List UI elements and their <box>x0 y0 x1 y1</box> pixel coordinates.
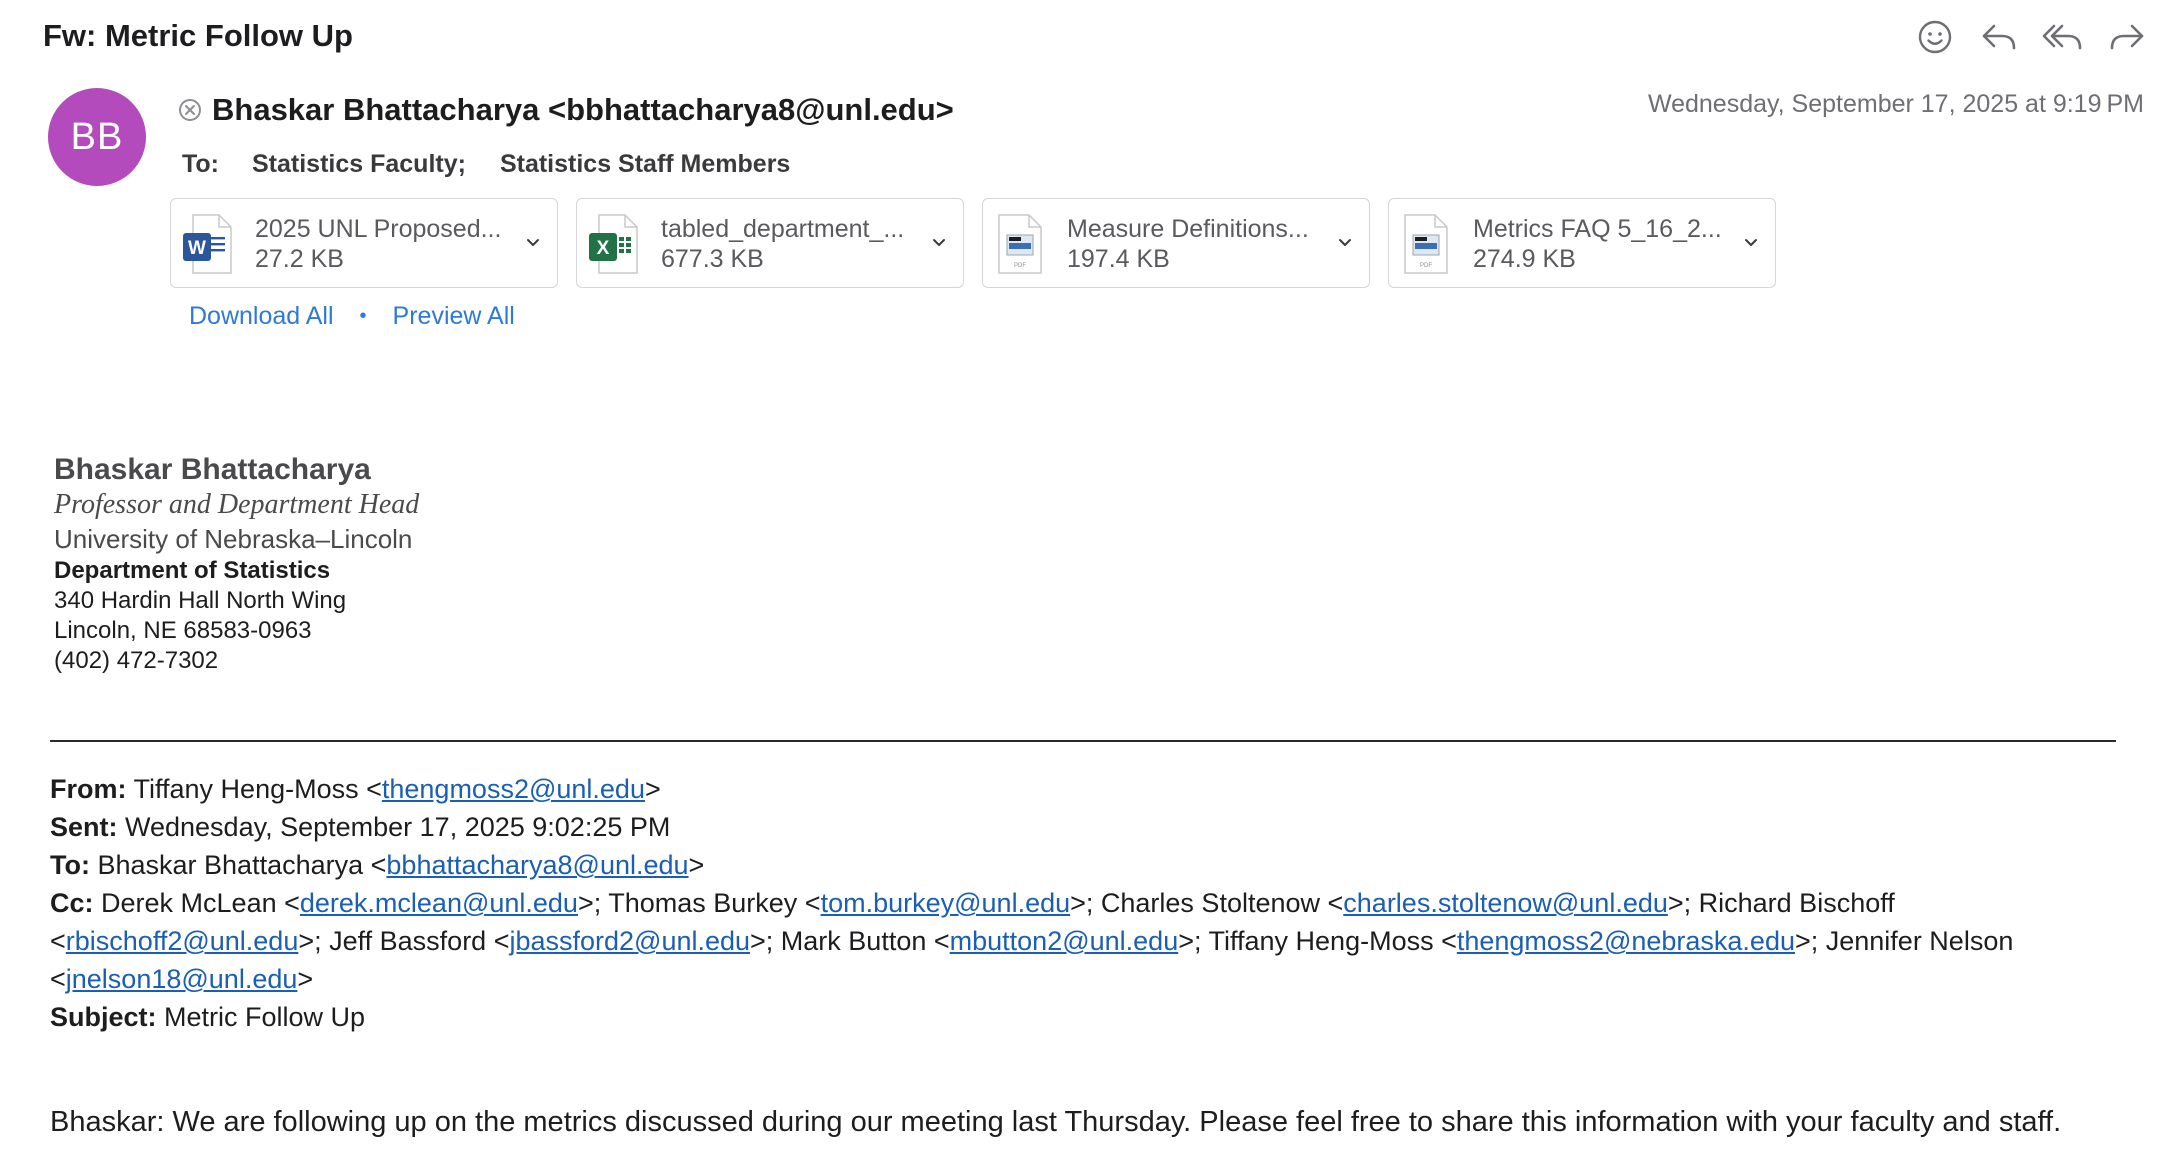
fwd-cc-prefix: >; Charles Stoltenow < <box>1070 888 1344 918</box>
sender-status-icon <box>179 99 201 121</box>
fwd-bracket: > <box>297 964 314 994</box>
signature-name: Bhaskar Bhattacharya <box>54 453 371 486</box>
excel-sheet-icon: X <box>589 214 638 274</box>
attachment-size: 27.2 KB <box>255 245 344 273</box>
signature-department: Department of Statistics <box>54 557 331 584</box>
fwd-cc-prefix: >; Jeff Bassford < <box>298 926 510 956</box>
attachment-name: Measure Definitions... <box>1067 215 1309 243</box>
fwd-from-label: From: <box>50 774 127 804</box>
fwd-cc-prefix: Derek McLean < <box>93 888 300 918</box>
fwd-cc-email-link[interactable]: derek.mclean@unl.edu <box>300 888 578 918</box>
fwd-sent-line: Sent: Wednesday, September 17, 2025 9:02… <box>50 808 2110 846</box>
emoji-reaction-icon[interactable] <box>1912 14 1958 60</box>
word-doc-icon: W <box>183 214 232 274</box>
signature-phone: (402) 472-7302 <box>54 647 219 674</box>
separator-dot: • <box>359 305 367 327</box>
signature-title: Professor and Department Head <box>54 489 420 520</box>
fwd-cc-label: Cc: <box>50 888 94 918</box>
svg-text:PDF: PDF <box>1420 263 1432 269</box>
sender-name[interactable]: Bhaskar Bhattacharya <bbhattacharya8@unl… <box>212 92 954 128</box>
reply-icon[interactable] <box>1976 14 2022 60</box>
fwd-cc-email-link[interactable]: mbutton2@unl.edu <box>950 926 1179 956</box>
email-signature: Bhaskar Bhattacharya Professor and Depar… <box>54 452 419 676</box>
fwd-cc-email-link[interactable]: thengmoss2@nebraska.edu <box>1457 926 1795 956</box>
fwd-cc-prefix: >; Tiffany Heng-Moss < <box>1178 926 1457 956</box>
fwd-cc-email-link[interactable]: jbassford2@unl.edu <box>509 926 750 956</box>
svg-text:X: X <box>597 238 610 259</box>
fwd-from-name: Tiffany Heng-Moss < <box>126 774 382 804</box>
preview-all-link[interactable]: Preview All <box>393 302 515 331</box>
attachment-card[interactable]: X tabled_department_... 677.3 KB <box>576 198 964 288</box>
recipient-statistics-staff[interactable]: Statistics Staff Members <box>500 150 790 179</box>
reply-all-icon[interactable] <box>2040 14 2086 60</box>
chevron-down-icon[interactable] <box>523 232 543 252</box>
fwd-subject-line: Subject: Metric Follow Up <box>50 998 2110 1036</box>
fwd-sent-label: Sent: <box>50 812 118 842</box>
attachment-size: 274.9 KB <box>1473 245 1576 273</box>
sender-avatar[interactable]: BB <box>48 88 146 186</box>
fwd-bracket: > <box>688 850 705 880</box>
attachment-actions: Download All • Preview All <box>189 302 515 331</box>
attachment-name: tabled_department_... <box>661 215 905 243</box>
chevron-down-icon[interactable] <box>1335 232 1355 252</box>
fwd-to-email-link[interactable]: bbhattacharya8@unl.edu <box>386 850 688 880</box>
pdf-file-icon: PDF <box>1404 214 1448 274</box>
signature-university: University of Nebraska–Lincoln <box>54 524 413 554</box>
forwarded-header: From: Tiffany Heng-Moss <thengmoss2@unl.… <box>50 770 2110 1036</box>
recipients-row: To: Statistics Faculty; Statistics Staff… <box>182 150 790 179</box>
signature-address-line2: Lincoln, NE 68583-0963 <box>54 617 312 644</box>
forward-divider <box>50 740 2116 742</box>
pdf-file-icon: PDF <box>998 214 1042 274</box>
attachment-card[interactable]: PDF Measure Definitions... 197.4 KB <box>982 198 1370 288</box>
attachment-size: 677.3 KB <box>661 245 764 273</box>
attachment-name: 2025 UNL Proposed... <box>255 215 502 243</box>
fwd-cc-email-link[interactable]: rbischoff2@unl.edu <box>66 926 299 956</box>
message-body-text: Bhaskar: We are following up on the metr… <box>50 1106 2062 1138</box>
fwd-from-line: From: Tiffany Heng-Moss <thengmoss2@unl.… <box>50 770 2110 808</box>
fwd-to-line: To: Bhaskar Bhattacharya <bbhattacharya8… <box>50 846 2110 884</box>
attachment-card[interactable]: PDF Metrics FAQ 5_16_2... 274.9 KB <box>1388 198 1776 288</box>
svg-text:W: W <box>188 238 206 259</box>
svg-text:PDF: PDF <box>1014 263 1026 269</box>
fwd-cc-prefix: >; Thomas Burkey < <box>577 888 821 918</box>
fwd-bracket: > <box>644 774 661 804</box>
attachment-card[interactable]: W 2025 UNL Proposed... 27.2 KB <box>170 198 558 288</box>
fwd-subject-label: Subject: <box>50 1002 157 1032</box>
fwd-cc-email-link[interactable]: charles.stoltenow@unl.edu <box>1343 888 1668 918</box>
to-label: To: <box>182 150 220 178</box>
forward-icon[interactable] <box>2104 14 2150 60</box>
message-subject: Fw: Metric Follow Up <box>43 18 353 53</box>
fwd-subject-value: Metric Follow Up <box>156 1002 366 1032</box>
fwd-cc-email-link[interactable]: jnelson18@unl.edu <box>66 964 298 994</box>
fwd-to-label: To: <box>50 850 90 880</box>
signature-address-line1: 340 Hardin Hall North Wing <box>54 587 347 614</box>
fwd-cc-email-link[interactable]: tom.burkey@unl.edu <box>821 888 1071 918</box>
fwd-to-name: Bhaskar Bhattacharya < <box>89 850 387 880</box>
fwd-cc-prefix: >; Mark Button < <box>750 926 950 956</box>
chevron-down-icon[interactable] <box>929 232 949 252</box>
download-all-link[interactable]: Download All <box>189 302 334 331</box>
fwd-from-email-link[interactable]: thengmoss2@unl.edu <box>382 774 645 804</box>
attachment-name: Metrics FAQ 5_16_2... <box>1473 215 1722 243</box>
fwd-sent-value: Wednesday, September 17, 2025 9:02:25 PM <box>117 812 671 842</box>
message-date: Wednesday, September 17, 2025 at 9:19 PM <box>1647 90 2144 118</box>
recipient-statistics-faculty[interactable]: Statistics Faculty; <box>252 150 466 179</box>
fwd-cc-line: Cc: Derek McLean <derek.mclean@unl.edu>;… <box>50 884 2110 998</box>
attachment-size: 197.4 KB <box>1067 245 1170 273</box>
chevron-down-icon[interactable] <box>1741 232 1761 252</box>
